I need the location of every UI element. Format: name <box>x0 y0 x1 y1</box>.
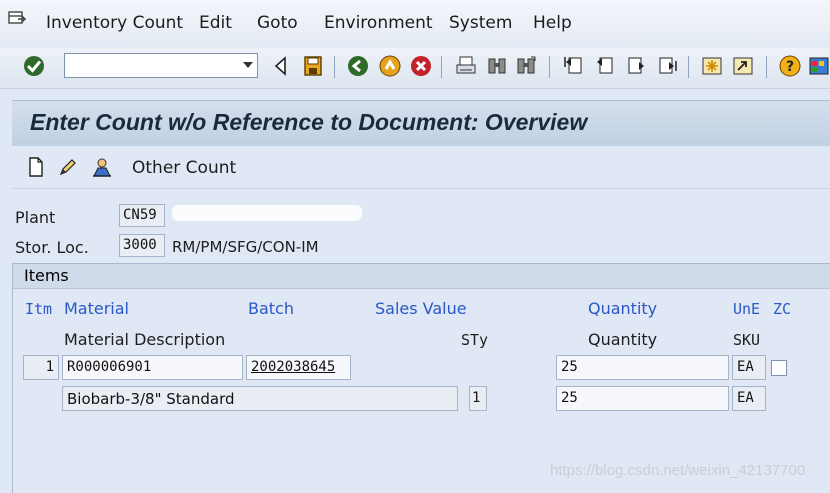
menu-goto[interactable]: Goto <box>257 13 298 33</box>
menu-edit[interactable]: Edit <box>199 13 232 33</box>
enter-icon[interactable] <box>23 55 45 77</box>
quantity-field[interactable]: 25 <box>556 355 729 380</box>
screen-title-bar: Enter Count w/o Reference to Document: O… <box>12 100 830 147</box>
quantity-sku-field[interactable]: 25 <box>556 386 729 411</box>
save-icon[interactable] <box>302 55 324 77</box>
exit-icon[interactable] <box>379 55 401 77</box>
back-triangle-icon[interactable] <box>270 55 292 77</box>
col-header-sales-value[interactable]: Sales Value <box>375 299 467 318</box>
help-icon[interactable]: ? <box>779 55 801 77</box>
toolbar-separator <box>766 56 767 78</box>
cancel-icon[interactable] <box>410 55 432 77</box>
menu-bar: Inventory Count Edit Goto Environment Sy… <box>0 0 830 48</box>
create-session-icon[interactable] <box>701 55 723 77</box>
stor-loc-field[interactable]: 3000 <box>119 234 165 257</box>
col-header-batch[interactable]: Batch <box>248 299 294 318</box>
customize-layout-icon[interactable] <box>808 55 830 77</box>
col-header-une[interactable]: UnE <box>733 300 760 318</box>
col-header-sku: SKU <box>733 331 761 349</box>
last-page-icon[interactable] <box>656 55 678 77</box>
page-title: Enter Count w/o Reference to Document: O… <box>30 109 588 135</box>
watermark: https://blog.csdn.net/weixin_42137700 <box>550 462 806 479</box>
svg-text:?: ? <box>786 59 794 75</box>
items-title: Items <box>24 266 69 285</box>
find-icon[interactable] <box>486 55 508 77</box>
item-number: 1 <box>23 355 59 380</box>
col-header-quantity-sku: Quantity <box>588 330 658 349</box>
other-count-button[interactable]: Other Count <box>132 158 236 178</box>
pencil-icon[interactable] <box>57 156 79 178</box>
sku-field: EA <box>732 386 766 411</box>
system-menu-icon[interactable] <box>8 11 26 27</box>
previous-page-icon[interactable] <box>594 55 616 77</box>
first-page-icon[interactable] <box>563 55 585 77</box>
chevron-down-icon[interactable] <box>243 62 253 68</box>
print-icon[interactable] <box>455 55 477 77</box>
shortcut-icon[interactable] <box>732 55 754 77</box>
other-count-icon[interactable] <box>91 156 113 178</box>
une-field[interactable]: EA <box>732 355 766 380</box>
plant-label: Plant <box>15 208 56 227</box>
menu-help[interactable]: Help <box>533 13 572 33</box>
stor-loc-description: RM/PM/SFG/CON-IM <box>172 238 319 256</box>
find-next-icon[interactable] <box>515 55 537 77</box>
plant-description-redacted <box>172 205 362 221</box>
new-document-icon[interactable] <box>25 156 47 178</box>
items-group: Items Itm Material Batch Sales Value Qua… <box>12 263 830 493</box>
toolbar-separator <box>688 56 689 78</box>
next-page-icon[interactable] <box>625 55 647 77</box>
toolbar-separator <box>334 56 335 78</box>
items-group-header: Items <box>13 264 830 289</box>
col-header-zc[interactable]: ZC <box>773 300 791 318</box>
col-header-sty: STy <box>461 331 489 349</box>
col-header-material[interactable]: Material <box>64 299 129 318</box>
menu-system[interactable]: System <box>449 13 512 33</box>
col-header-quantity[interactable]: Quantity <box>588 299 657 318</box>
application-toolbar: Other Count <box>12 146 830 189</box>
batch-field[interactable]: 2002038645 <box>246 355 351 380</box>
menu-environment[interactable]: Environment <box>324 13 433 33</box>
col-header-itm[interactable]: Itm <box>25 300 52 318</box>
col-header-material-description: Material Description <box>64 330 226 349</box>
menu-inventory-count[interactable]: Inventory Count <box>46 13 183 33</box>
material-description-field: Biobarb-3/8" Standard <box>62 386 458 411</box>
standard-toolbar: ? <box>0 48 830 89</box>
zero-count-checkbox[interactable] <box>771 360 787 376</box>
toolbar-separator <box>549 56 550 78</box>
material-field[interactable]: R000006901 <box>62 355 243 380</box>
stock-type-field[interactable]: 1 <box>469 386 487 411</box>
plant-field[interactable]: CN59 <box>119 204 165 227</box>
back-icon[interactable] <box>347 55 369 77</box>
command-field[interactable] <box>64 53 258 78</box>
stor-loc-label: Stor. Loc. <box>15 238 89 257</box>
toolbar-separator <box>441 56 442 78</box>
